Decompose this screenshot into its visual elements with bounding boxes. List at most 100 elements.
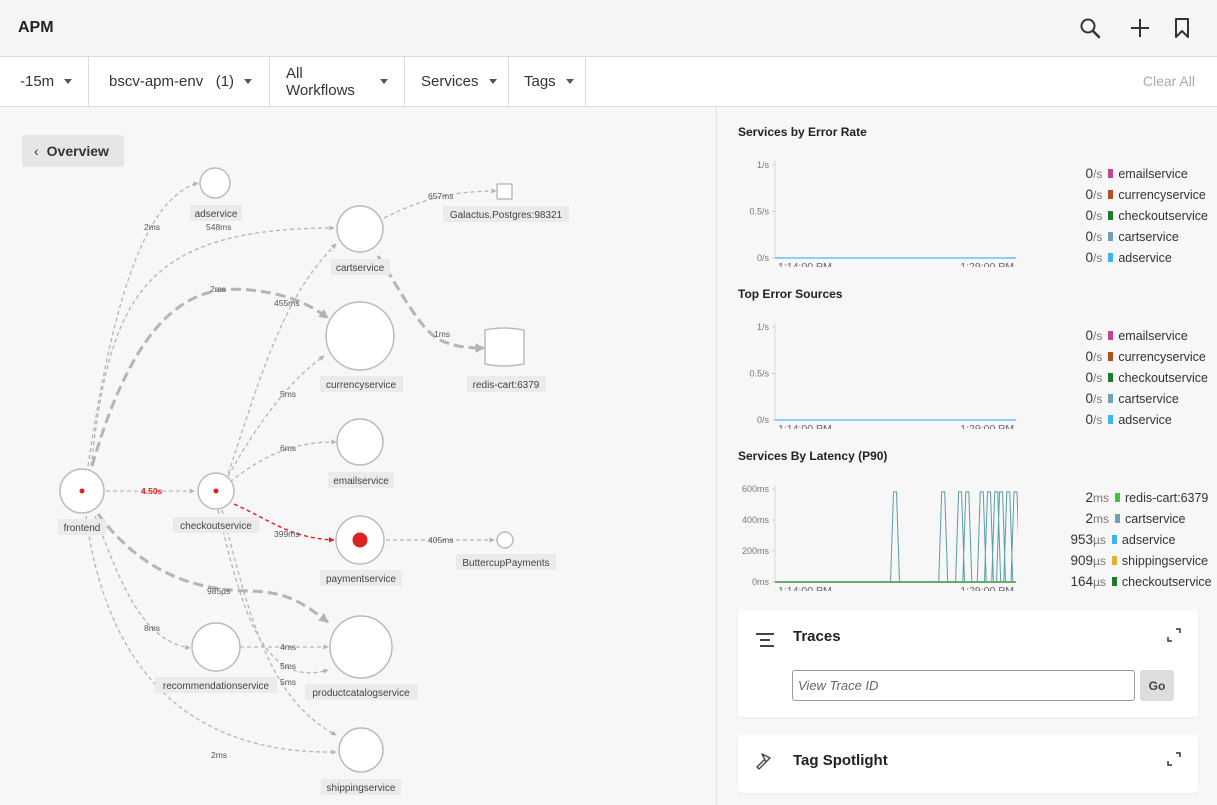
search-icon	[1080, 18, 1101, 39]
legend-label: emailservice	[1118, 166, 1188, 181]
services-dropdown[interactable]: Services	[405, 57, 509, 106]
legend-unit: µs	[1093, 574, 1106, 589]
legend-item[interactable]: 0/s checkoutservice	[1036, 367, 1216, 388]
edge-frontend-currency[interactable]	[90, 287, 329, 467]
go-button[interactable]: Go	[1140, 670, 1174, 701]
services-value: Services	[421, 73, 479, 90]
edge-frontend-recommendation[interactable]	[94, 515, 191, 650]
time-range-dropdown[interactable]: -15m	[0, 57, 89, 106]
node-cartservice[interactable]	[336, 205, 384, 253]
node-label: emailservice	[333, 476, 389, 487]
chart-plot: 600ms400ms200ms0ms1:14:00 PMTODAY1:29:00…	[742, 484, 1018, 591]
edge-latency-label: 1ms	[434, 329, 450, 339]
add-button[interactable]	[1126, 14, 1154, 42]
clear-all-button[interactable]: Clear All	[1143, 73, 1195, 89]
node-label: currencyservice	[326, 380, 396, 391]
legend-value: 909	[1070, 553, 1093, 568]
legend-item[interactable]: 0/s adservice	[1036, 409, 1216, 430]
legend-value: 2	[1085, 511, 1093, 526]
node-emailservice[interactable]	[336, 418, 384, 466]
edge-checkout-currency[interactable]	[227, 355, 325, 477]
node-label: redis-cart:6379	[473, 380, 540, 391]
node-galactus-postgres[interactable]	[496, 183, 513, 200]
edge-frontend-cartservice[interactable]	[90, 225, 335, 467]
legend-value: 0	[1085, 229, 1093, 244]
legend-item[interactable]: 164 µs checkoutservice	[1036, 571, 1216, 592]
edge-latency-label: 6ms	[280, 443, 296, 453]
trace-id-input[interactable]	[792, 670, 1135, 701]
service-map-graph: 2ms 548ms 2ms 455ms 657ms 1ms 5ms 6ms 4.…	[58, 167, 569, 795]
legend-item[interactable]: 0/s adservice	[1036, 247, 1216, 268]
legend-value: 0	[1085, 349, 1093, 364]
chart-legend: 2 ms redis-cart:6379 2 ms cartservice 953 µs ads…	[1036, 487, 1216, 592]
legend-value: 0	[1085, 250, 1093, 265]
node-redis-cart[interactable]	[484, 327, 525, 367]
legend-item[interactable]: 909 µs shippingservice	[1036, 550, 1216, 571]
legend-item[interactable]: 2 ms redis-cart:6379	[1036, 487, 1216, 508]
legend-label: checkoutservice	[1121, 574, 1212, 589]
legend-value: 0	[1085, 328, 1093, 343]
edge-checkout-shipping[interactable]	[221, 509, 337, 736]
node-currencyservice[interactable]	[325, 301, 395, 371]
node-label: frontend	[64, 523, 101, 534]
search-button[interactable]	[1076, 14, 1104, 42]
node-adservice[interactable]	[199, 167, 231, 199]
workflows-value: All Workflows	[286, 64, 355, 99]
edge-latency-label: 5ms	[280, 677, 296, 687]
traces-icon	[756, 633, 774, 647]
node-buttercup-payments[interactable]	[496, 531, 514, 549]
y-tick-label: 0/s	[757, 415, 770, 425]
bookmark-button[interactable]	[1168, 14, 1196, 42]
legend-label: adservice	[1118, 250, 1172, 265]
node-checkoutservice[interactable]	[197, 472, 235, 510]
legend-item[interactable]: 0/s checkoutservice	[1036, 205, 1216, 226]
legend-label: cartservice	[1125, 511, 1186, 526]
error-indicator	[352, 532, 368, 548]
chevron-left-icon: ‹	[34, 143, 39, 159]
environment-dropdown[interactable]: bscv-apm-env (1)	[89, 57, 270, 106]
node-recommendationservice[interactable]	[191, 622, 241, 672]
node-productcatalogservice[interactable]	[329, 615, 393, 679]
legend-unit: /s	[1093, 229, 1103, 244]
node-label: paymentservice	[326, 574, 396, 585]
legend-item[interactable]: 0/s emailservice	[1036, 325, 1216, 346]
legend-value: 2	[1085, 490, 1093, 505]
caret-down-icon	[488, 79, 497, 84]
tags-value: Tags	[524, 73, 556, 90]
edge-frontend-adservice[interactable]	[87, 181, 199, 467]
edge-latency-label: 399ms	[274, 529, 300, 539]
legend-swatch	[1108, 352, 1114, 361]
legend-swatch	[1108, 169, 1114, 178]
node-paymentservice[interactable]	[335, 515, 385, 565]
workflows-dropdown[interactable]: All Workflows	[270, 57, 405, 106]
node-label: shippingservice	[327, 783, 396, 794]
legend-unit: /s	[1093, 187, 1103, 202]
legend-item[interactable]: 2 ms cartservice	[1036, 508, 1216, 529]
tag-spotlight-card[interactable]: Tag Spotlight	[738, 734, 1198, 793]
y-tick-label: 0.5/s	[749, 207, 769, 217]
expand-icon[interactable]	[1166, 751, 1182, 767]
legend-item[interactable]: 0/s cartservice	[1036, 226, 1216, 247]
legend-unit: /s	[1093, 370, 1103, 385]
tag-spotlight-title: Tag Spotlight	[793, 752, 888, 769]
top-bar: APM	[0, 0, 1217, 57]
caret-down-icon	[64, 79, 73, 84]
edge-latency-label: 2ms	[210, 284, 226, 294]
legend-item[interactable]: 0/s cartservice	[1036, 388, 1216, 409]
legend-swatch	[1108, 190, 1114, 199]
series-line-cartservice	[775, 491, 1018, 583]
x-tick-label: 1:14:00 PM	[778, 423, 832, 429]
y-tick-label: 0.5/s	[749, 369, 769, 379]
legend-item[interactable]: 0/s currencyservice	[1036, 346, 1216, 367]
node-label: recommendationservice	[163, 681, 270, 692]
legend-item[interactable]: 0/s emailservice	[1036, 163, 1216, 184]
node-shippingservice[interactable]	[338, 727, 384, 773]
overview-back-button[interactable]: ‹ Overview	[22, 135, 124, 167]
legend-item[interactable]: 953 µs adservice	[1036, 529, 1216, 550]
edge-latency-label: 5ms	[280, 389, 296, 399]
expand-icon[interactable]	[1166, 627, 1182, 643]
caret-down-icon	[244, 79, 253, 84]
legend-item[interactable]: 0/s currencyservice	[1036, 184, 1216, 205]
node-frontend[interactable]	[59, 468, 105, 514]
tags-dropdown[interactable]: Tags	[509, 57, 586, 106]
